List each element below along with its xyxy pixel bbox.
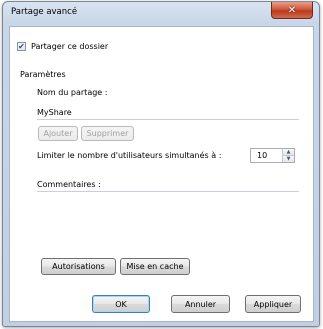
comments-input[interactable] — [37, 192, 299, 254]
spin-down-icon[interactable]: ▼ — [283, 155, 294, 162]
remove-button[interactable]: Supprimer — [81, 126, 134, 141]
user-limit-spinner[interactable]: 10 ▲ ▼ — [250, 148, 295, 163]
user-limit-value[interactable]: 10 — [251, 151, 282, 160]
share-folder-checkbox[interactable]: ✔ — [17, 42, 26, 51]
add-button[interactable]: Ajouter — [38, 126, 78, 141]
close-button[interactable]: ✕ — [271, 2, 313, 19]
share-name-label: Nom du partage : — [37, 88, 108, 97]
spinner-arrows[interactable]: ▲ ▼ — [282, 149, 294, 162]
share-folder-option[interactable]: ✔ Partager ce dossier — [17, 42, 108, 51]
ok-button[interactable]: OK — [92, 295, 150, 313]
share-folder-label: Partager ce dossier — [31, 42, 109, 51]
dialog-title: Partage avancé — [11, 7, 78, 17]
permissions-button[interactable]: Autorisations — [41, 258, 116, 275]
close-icon: ✕ — [287, 4, 297, 16]
cancel-button[interactable]: Annuler — [171, 295, 230, 313]
comments-label: Commentaires : — [37, 180, 101, 189]
caching-button[interactable]: Mise en cache — [120, 258, 190, 275]
settings-group-label: Paramètres — [20, 70, 66, 79]
share-name-input[interactable]: MyShare — [37, 108, 72, 117]
advanced-sharing-dialog: Partage avancé ✕ ✔ Partager ce dossier P… — [2, 1, 320, 327]
share-name-underline — [37, 119, 299, 120]
dialog-client-area: ✔ Partager ce dossier Paramètres Nom du … — [9, 26, 314, 322]
user-limit-label: Limiter le nombre d'utilisateurs simulta… — [37, 151, 222, 160]
apply-button[interactable]: Appliquer — [245, 295, 301, 313]
checkmark-icon: ✔ — [18, 41, 25, 51]
